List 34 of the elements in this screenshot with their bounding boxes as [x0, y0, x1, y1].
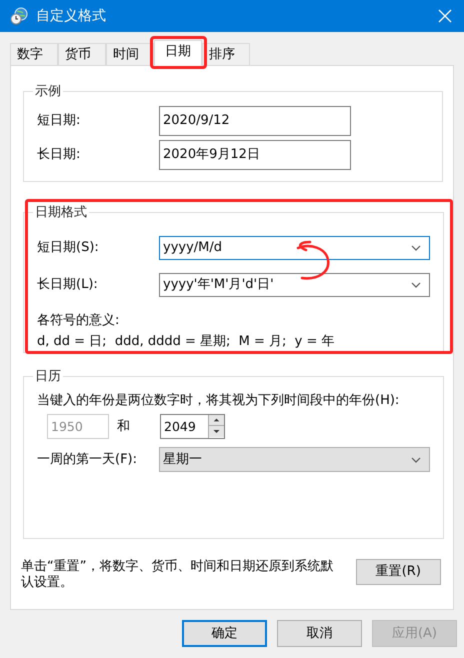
legend-text: d, dd = 日; ddd, dddd = 星期; M = 月; y = 年: [37, 333, 336, 351]
globe-clock-icon: [10, 7, 28, 25]
field-label: 短日期(S):: [37, 238, 100, 257]
tab[interactable]: 数字: [10, 43, 58, 65]
dialog-button[interactable]: 确定: [182, 620, 267, 647]
window-title: 自定义格式: [36, 6, 107, 26]
tab[interactable]: 时间: [106, 43, 154, 65]
first-day-combo[interactable]: 星期一: [159, 447, 430, 472]
reset-button[interactable]: 重置(R): [356, 559, 441, 585]
field-label: 长日期:: [37, 146, 82, 164]
group-title: 日历: [34, 368, 62, 386]
group-title: 示例: [34, 83, 62, 101]
format-combo[interactable]: yyyy/M/d: [159, 236, 430, 260]
field-label: 一周的第一天(F):: [37, 450, 138, 469]
spin-down-icon[interactable]: [209, 426, 224, 437]
sample-field: 2020/9/12: [159, 106, 351, 136]
and-label: 和: [117, 418, 131, 436]
end-year-spinner[interactable]: 2049: [160, 414, 225, 439]
field-label: 短日期:: [37, 112, 82, 130]
tab[interactable]: 排序: [202, 43, 250, 65]
sample-field: 2020年9月12日: [159, 140, 351, 170]
prompt-text: 当键入的年份是两位数字时，将其视为下列时间段中的年份(H):: [37, 392, 400, 410]
field-label: 长日期(L):: [37, 276, 99, 294]
tab[interactable]: 货币: [58, 43, 106, 65]
legend-title: 各符号的意义:: [37, 312, 120, 330]
close-icon[interactable]: [438, 9, 452, 23]
reset-description: 单击“重置”，将数字、货币、时间和日期还原到系统默认设置。: [21, 559, 334, 591]
dialog-button[interactable]: 取消: [277, 620, 362, 647]
chevron-down-icon: [411, 282, 421, 288]
spin-up-icon[interactable]: [209, 415, 224, 426]
format-combo[interactable]: yyyy'年'M'月'd'日': [159, 272, 430, 296]
group-title: 日期格式: [34, 204, 88, 222]
chevron-down-icon: [411, 456, 421, 462]
chevron-down-icon: [411, 244, 421, 250]
